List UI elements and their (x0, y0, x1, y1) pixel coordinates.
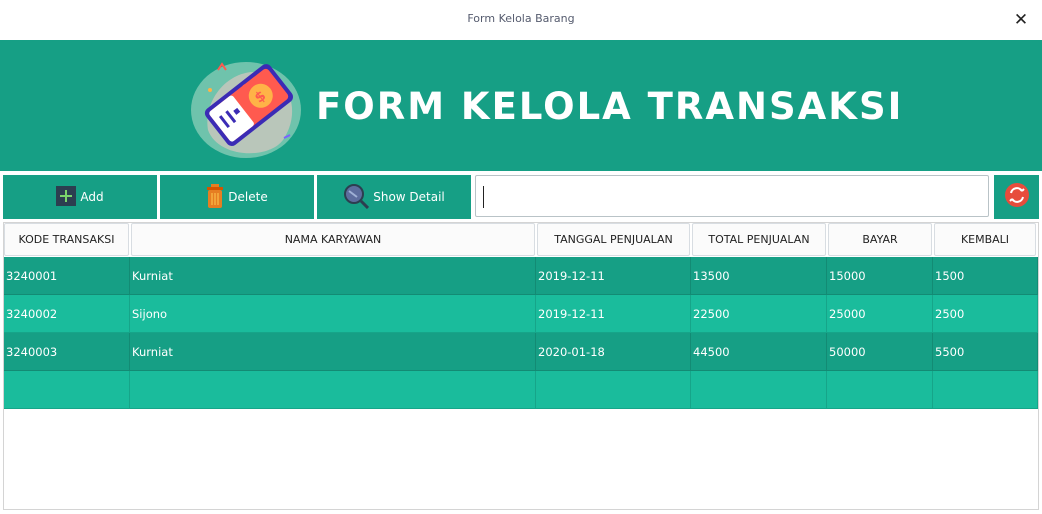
cell-tanggal: 2019-12-11 (536, 257, 691, 295)
cell-kembali: 2500 (933, 295, 1038, 333)
close-icon[interactable]: ✕ (1010, 10, 1032, 30)
cell-tanggal (536, 371, 691, 409)
add-button-label: Add (80, 190, 104, 204)
cell-kembali: 1500 (933, 257, 1038, 295)
cell-kode: 3240001 (4, 257, 130, 295)
cell-nama (130, 371, 536, 409)
delete-button[interactable]: Delete (160, 175, 314, 219)
table-row[interactable]: 3240002 Sijono 2019-12-11 22500 25000 25… (4, 295, 1038, 333)
cell-total (691, 371, 827, 409)
cell-bayar: 15000 (827, 257, 933, 295)
column-header-tanggal[interactable]: TANGGAL PENJUALAN (537, 223, 690, 256)
column-header-nama[interactable]: NAMA KARYAWAN (131, 223, 535, 256)
page-title: FORM KELOLA TRANSAKSI (316, 85, 904, 128)
column-header-kode[interactable]: KODE TRANSAKSI (4, 223, 129, 256)
plus-icon (56, 185, 77, 209)
search-input[interactable] (475, 175, 989, 217)
column-header-kembali[interactable]: KEMBALI (934, 223, 1036, 256)
cell-kode (4, 371, 130, 409)
cell-tanggal: 2020-01-18 (536, 333, 691, 371)
transactions-table[interactable]: KODE TRANSAKSI NAMA KARYAWAN TANGGAL PEN… (3, 222, 1039, 510)
show-detail-button-label: Show Detail (373, 190, 445, 204)
cell-bayar: 50000 (827, 333, 933, 371)
table-row[interactable]: 3240001 Kurniat 2019-12-11 13500 15000 1… (4, 257, 1038, 295)
game-ticket-logo-icon: $ (191, 62, 301, 158)
window-title: Form Kelola Barang (467, 12, 575, 25)
cell-nama: Sijono (130, 295, 536, 333)
cell-bayar: 25000 (827, 295, 933, 333)
header-banner: $ FORM KELOLA TRANSAKSI (0, 40, 1042, 171)
table-row-empty[interactable] (4, 371, 1038, 409)
cell-total: 22500 (691, 295, 827, 333)
window-titlebar: Form Kelola Barang ✕ (0, 0, 1042, 41)
trash-icon (206, 183, 224, 211)
cell-tanggal: 2019-12-11 (536, 295, 691, 333)
cell-kode: 3240003 (4, 333, 130, 371)
table-row[interactable]: 3240003 Kurniat 2020-01-18 44500 50000 5… (4, 333, 1038, 371)
cell-kembali (933, 371, 1038, 409)
cell-bayar (827, 371, 933, 409)
column-header-total[interactable]: TOTAL PENJUALAN (692, 223, 826, 256)
cell-kode: 3240002 (4, 295, 130, 333)
refresh-icon (1004, 182, 1030, 212)
magnifier-icon (343, 183, 370, 212)
column-header-bayar[interactable]: BAYAR (828, 223, 932, 256)
text-caret (483, 186, 484, 208)
delete-button-label: Delete (228, 190, 268, 204)
cell-total: 44500 (691, 333, 827, 371)
cell-nama: Kurniat (130, 333, 536, 371)
cell-kembali: 5500 (933, 333, 1038, 371)
add-button[interactable]: Add (3, 175, 157, 219)
refresh-button[interactable] (994, 175, 1039, 219)
show-detail-button[interactable]: Show Detail (317, 175, 471, 219)
cell-total: 13500 (691, 257, 827, 295)
table-header: KODE TRANSAKSI NAMA KARYAWAN TANGGAL PEN… (4, 223, 1038, 257)
cell-nama: Kurniat (130, 257, 536, 295)
